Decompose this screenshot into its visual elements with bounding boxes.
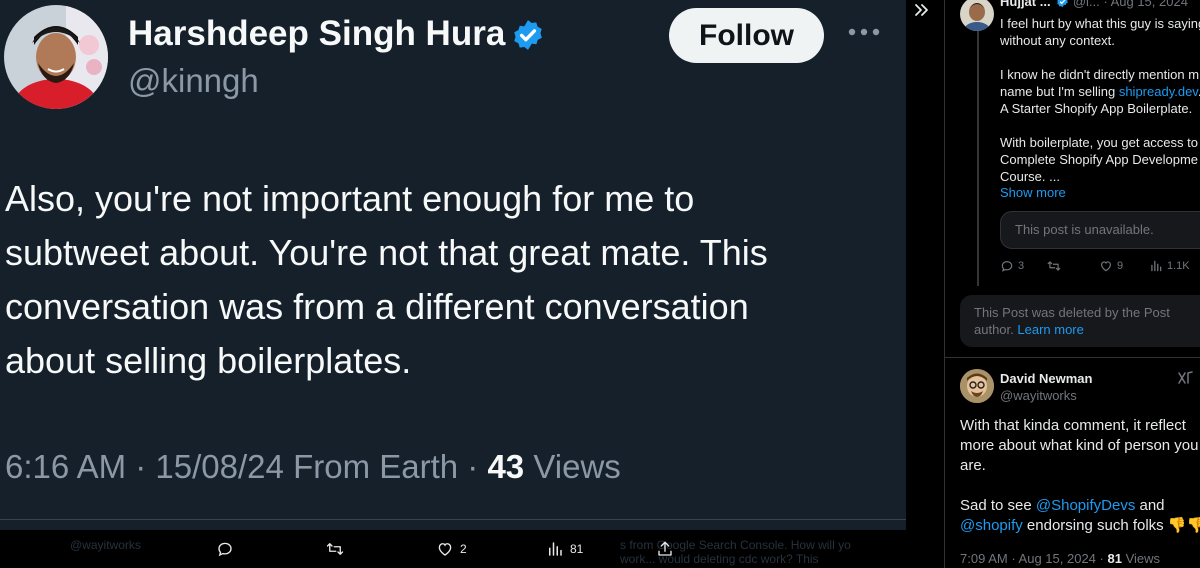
background-action-bar: @wayitworks s from Google Search Console… [0,530,906,568]
views-label: Views [1125,551,1161,566]
like-button[interactable]: 9 [1099,259,1123,273]
thumbs-down-emoji-icon: 👎👎 [1167,517,1200,534]
follow-button[interactable]: Follow [669,8,824,63]
tweet-text: Also, you're not important enough for me… [5,172,895,388]
background-ghost-text: s from Google Search Console. How will y… [620,538,851,552]
meta-separator: · [135,448,147,485]
tweet-meta: 6:16 AM · 15/08/24 From Earth · 43 Views [5,448,621,486]
deleted-post-notice: This Post was deleted by the Post author… [960,295,1200,347]
avatar[interactable] [960,369,994,403]
text-fragment: Sad to see [960,497,1036,514]
views-button[interactable]: 81 [546,540,583,558]
tweet-text-line: subtweet about. You're not that great ma… [5,232,768,273]
views-count: 81 [570,542,584,556]
tweet-date[interactable]: 15/08/24 [155,448,283,485]
collapse-chevron-icon[interactable] [913,2,931,18]
text-fragment: and [1135,497,1165,514]
grok-icon[interactable] [1177,370,1193,386]
like-count: 2 [460,542,467,556]
reply-text-line: Complete Shopify App Developme [1000,152,1199,167]
user-handle[interactable]: @kinngh [128,62,259,100]
reply-count: 3 [1018,260,1025,272]
views-button[interactable]: 1.1K [1149,259,1190,273]
reply-text-line: more about what kind of person you [960,437,1199,454]
retweet-button[interactable] [1047,259,1065,273]
deleted-notice-text: This Post was deleted by the Post [974,305,1170,320]
thread-connector [977,28,979,286]
tweet-text-line: conversation was from a different conver… [5,286,749,327]
divider [0,519,906,520]
show-more-link[interactable]: Show more [1000,184,1066,201]
reply-meta: 7:09 AM · Aug 15, 2024 · 81 Views [960,551,1160,566]
tweet-source: From Earth [293,448,459,485]
reply-button[interactable] [216,540,240,558]
verified-badge-icon [1057,0,1068,8]
middle-gutter [906,0,944,568]
views-icon [549,542,562,556]
deleted-notice-text: author. [974,322,1014,337]
reply-header: Hujjat ... @i... · Aug 15, 2024 [1000,0,1188,9]
reply-date[interactable]: · Aug 15, 2024 [1103,0,1188,9]
reply-thread-panel: Hujjat ... @i... · Aug 15, 2024 I feel h… [944,0,1200,568]
reply-text-line: I know he didn't directly mention m [1000,67,1200,82]
share-icon [658,541,672,556]
learn-more-link[interactable]: Learn more [1017,322,1083,337]
reply-text-line: @shopify endorsing such folks 👎👎 [960,516,1200,536]
divider [945,357,1200,358]
reply-author-name[interactable]: Hujjat ... [1000,0,1051,9]
share-button[interactable] [656,540,680,558]
like-count: 9 [1117,260,1124,272]
reply-button[interactable]: 3 [1000,259,1024,273]
tweet-text-line: Also, you're not important enough for me… [5,178,695,219]
mention-link[interactable]: @ShopifyDevs [1036,497,1135,514]
avatar[interactable] [4,5,108,109]
reply-text-line: A Starter Shopify App Boilerplate. [1000,101,1193,116]
text-fragment: name but I'm selling [1000,84,1119,99]
text-fragment: endorsing such folks [1022,517,1164,534]
reply-text-line: Sad to see @ShopifyDevs and [960,496,1165,516]
avatar[interactable] [960,0,994,31]
like-icon [438,543,452,556]
reply-time[interactable]: 7:09 AM [960,551,1008,566]
more-options-icon[interactable] [846,22,882,42]
display-name[interactable]: Harshdeep Singh Hura [128,14,505,54]
reply-author-name[interactable]: David Newman [1000,371,1092,386]
reply-text-line: Course. ... [1000,169,1060,184]
reply-text-line: name but I'm selling shipready.dev. [1000,83,1200,100]
reply-date[interactable]: · Aug 15, 2024 · [1011,551,1104,566]
retweet-icon [326,543,344,555]
views-count: 43 [487,448,525,485]
main-tweet-panel: Harshdeep Singh Hura @kinngh Follow Also… [0,0,906,530]
reply-text-line: With boilerplate, you get access to [1000,135,1198,150]
verified-badge-icon[interactable] [511,18,545,52]
like-icon [1101,261,1111,272]
reply-author-handle[interactable]: @wayitworks [1000,388,1077,403]
like-button[interactable]: 2 [436,540,467,558]
shipready-link[interactable]: shipready.dev [1119,84,1198,99]
reply-icon [1001,261,1013,272]
retweet-icon [1047,261,1061,271]
unavailable-post-card: This post is unavailable. [1000,211,1200,249]
views-count: 1.1K [1167,260,1190,272]
background-ghost-text: @wayitworks [70,538,141,552]
reply-text-line: are. [960,457,986,474]
reply-text-line: without any context. [1000,33,1115,48]
deleted-notice-line: author. Learn more [974,321,1200,338]
mention-link[interactable]: @shopify [960,517,1023,534]
views-count: 81 [1107,551,1122,566]
background-ghost-text: work... would deleting cdc work? This [620,552,819,566]
retweet-button[interactable] [326,540,350,558]
views-label: Views [533,448,621,485]
tweet-text-line: about selling boilerplates. [5,340,412,381]
reply-icon [218,542,232,557]
reply-text-line: With that kinda comment, it reflect [960,417,1186,434]
tweet-time[interactable]: 6:16 AM [5,448,126,485]
reply-author-handle[interactable]: @i... [1073,0,1100,9]
meta-separator: · [467,448,479,485]
views-icon [1151,260,1162,272]
reply-text-line: I feel hurt by what this guy is saying [1000,16,1200,31]
